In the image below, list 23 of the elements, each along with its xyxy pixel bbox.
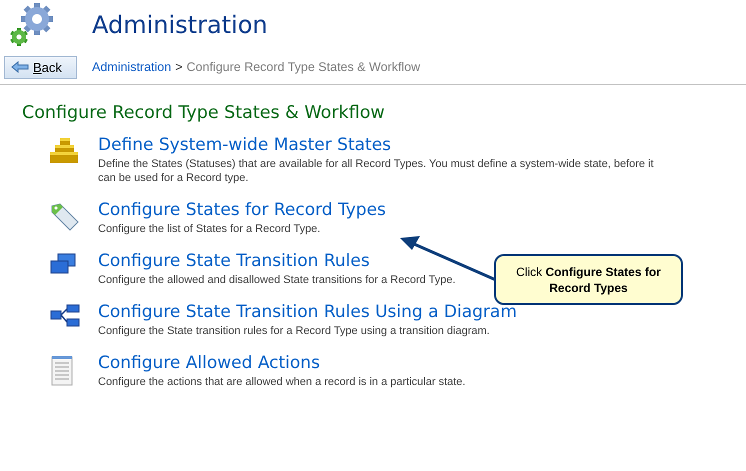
item-link[interactable]: Define System-wide Master States <box>98 135 392 155</box>
cubes-icon <box>50 137 80 163</box>
page-title: Administration <box>92 11 268 39</box>
item-description: Configure the list of States for a Record Type. <box>98 222 322 236</box>
item-description: Configure the State transition rules for a Record Type using a transition diagram. <box>98 324 491 338</box>
windows-icon <box>50 253 76 275</box>
tag-icon <box>50 202 80 232</box>
breadcrumb-current: Configure Record Type States & Workflow <box>186 60 420 74</box>
item-description: Configure the allowed and disallowed State transitions for a Record Type. <box>98 273 457 287</box>
item-link[interactable]: Configure Allowed Actions <box>98 353 320 373</box>
item-link[interactable]: Configure State Transition Rules <box>98 251 370 271</box>
item-description: Define the States (Statuses) that are available for all Record Types. You must define a system-wide state, before it can be used for a Record type. <box>98 157 655 185</box>
item-link[interactable]: Configure States for Record Types <box>98 200 386 220</box>
back-button[interactable]: Back <box>4 56 77 78</box>
callout-note: Click Configure States for Record Types <box>494 254 683 305</box>
item-description: Configure the actions that are allowed when a record is in a particular state. <box>98 375 466 389</box>
section-title: Configure Record Type States & Workflow <box>22 103 386 123</box>
diagram-icon <box>50 304 80 328</box>
breadcrumb-link[interactable]: Administration <box>92 60 172 74</box>
breadcrumb-separator: > <box>175 60 183 74</box>
gears-icon <box>8 1 56 49</box>
left-arrow-icon <box>11 61 29 73</box>
item-link[interactable]: Configure State Transition Rules Using a Diagram <box>98 302 517 322</box>
